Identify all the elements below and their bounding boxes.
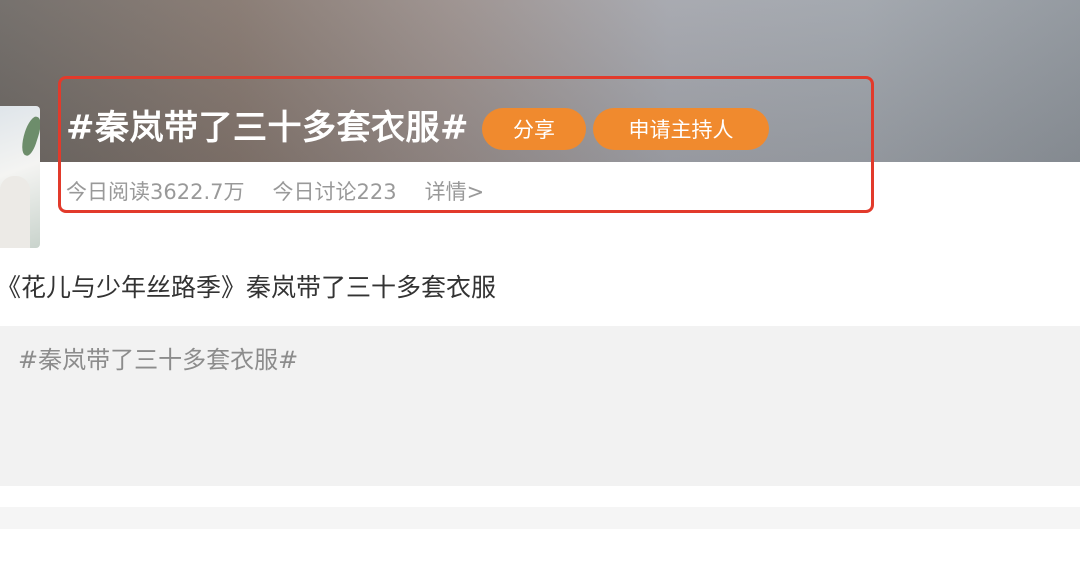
topic-thumbnail[interactable] xyxy=(0,106,40,248)
composer-text[interactable]: #秦岚带了三十多套衣服# xyxy=(18,340,298,375)
section-divider xyxy=(0,507,1080,529)
thumbnail-leaf xyxy=(18,114,40,158)
thumbnail-figure xyxy=(0,176,30,248)
highlight-annotation-box xyxy=(58,76,874,213)
topic-description: 《花儿与少年丝路季》秦岚带了三十多套衣服 xyxy=(0,273,497,302)
post-composer[interactable]: #秦岚带了三十多套衣服# xyxy=(0,326,1080,486)
